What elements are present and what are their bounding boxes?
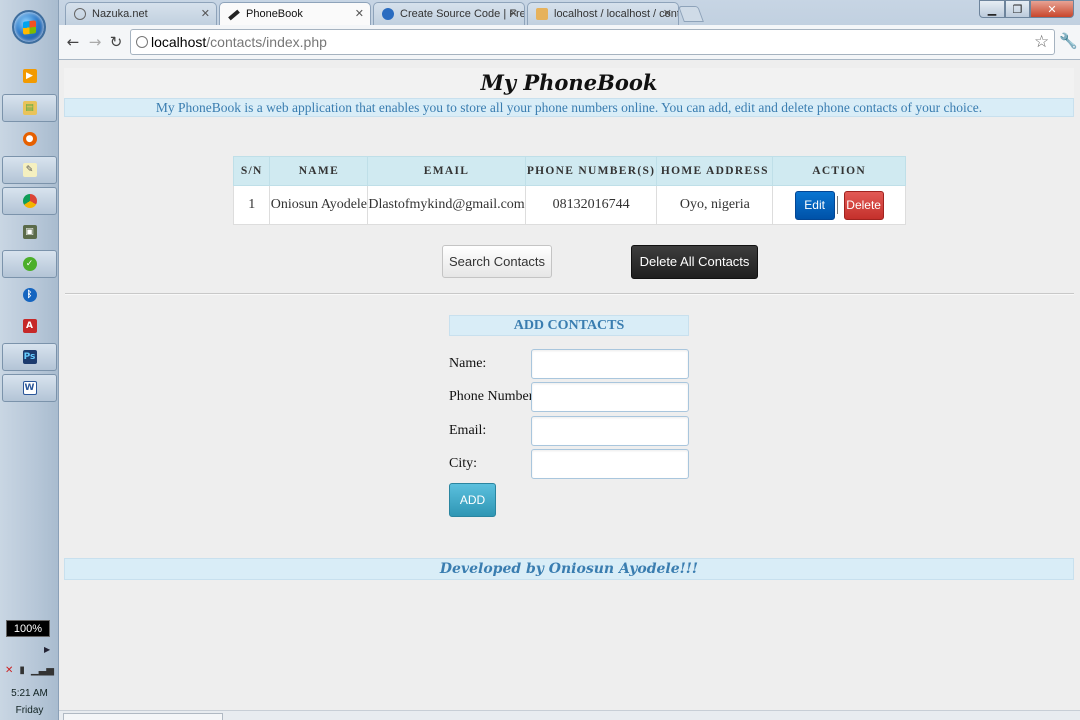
phone-number-label: Phone Number:: [449, 389, 538, 404]
browser-toolbar: ← → ↻ localhost/contacts/index.php ☆ 🔧: [59, 25, 1080, 60]
column-header-name: NAME: [269, 156, 369, 186]
table-row: 1 Oniosun Ayodele Dlastofmykind@gmail.co…: [232, 185, 906, 225]
pen-icon: [228, 9, 240, 21]
word-icon[interactable]: W: [2, 374, 57, 402]
window-controls: ▁ ❐ ✕: [979, 0, 1074, 18]
battery-indicator[interactable]: 100%: [6, 620, 50, 637]
tab-phonebook[interactable]: PhoneBook ✕: [219, 2, 371, 25]
tab-label: Nazuka.net: [92, 8, 148, 20]
chrome-icon[interactable]: [2, 187, 57, 215]
tab-phpmyadmin[interactable]: localhost / localhost / conte ✕: [527, 2, 679, 25]
url-path: /contacts/index.php: [206, 34, 327, 50]
file-explorer-icon[interactable]: ▤: [2, 94, 57, 122]
tab-strip: Nazuka.net ✕ PhoneBook ✕ Create Source C…: [59, 0, 1080, 25]
email-label: Email:: [449, 423, 487, 438]
clock-day[interactable]: Friday: [0, 705, 59, 716]
browser-window: Nazuka.net ✕ PhoneBook ✕ Create Source C…: [59, 0, 1080, 60]
tab-label: PhoneBook: [246, 8, 303, 20]
reload-icon[interactable]: ↻: [106, 32, 126, 52]
web-page: My PhoneBook My PhoneBook is a web appli…: [59, 60, 1080, 710]
cell-address: Oyo, nigeria: [656, 185, 774, 225]
table-header-row: S/N NAME EMAIL PHONE NUMBER(S) HOME ADDR…: [232, 156, 906, 186]
section-divider: [65, 293, 1074, 295]
column-header-address: HOME ADDRESS: [656, 156, 774, 186]
delete-all-contacts-button[interactable]: Delete All Contacts: [631, 245, 758, 279]
signal-icon[interactable]: ▁▃▅: [31, 665, 54, 676]
windows-logo-icon: [23, 20, 36, 35]
bookmark-star-icon[interactable]: ☆: [1034, 32, 1049, 52]
url-host: localhost: [151, 34, 207, 50]
download-shelf: [59, 710, 1080, 720]
clock-time[interactable]: 5:21 AM: [0, 688, 59, 699]
column-header-action: ACTION: [772, 156, 906, 186]
phone-number-field[interactable]: [531, 382, 689, 412]
cell-name: Oniosun Ayodele: [269, 185, 369, 225]
close-icon[interactable]: ✕: [355, 7, 364, 20]
email-field[interactable]: [531, 416, 689, 446]
address-bar[interactable]: localhost/contacts/index.php: [130, 29, 1055, 55]
close-window-button[interactable]: ✕: [1030, 0, 1074, 18]
title-bar: My PhoneBook: [64, 68, 1074, 98]
page-icon: [136, 36, 148, 48]
phpmyadmin-icon: [536, 8, 548, 20]
network-icon[interactable]: ✕: [5, 665, 13, 676]
add-contact-button[interactable]: ADD: [449, 483, 496, 517]
power-icon[interactable]: ▮: [19, 665, 25, 676]
forward-arrow-icon[interactable]: →: [85, 32, 105, 52]
close-icon[interactable]: ✕: [509, 7, 518, 20]
minimize-button[interactable]: ▁: [979, 0, 1005, 18]
media-player-icon[interactable]: ▶: [2, 62, 57, 90]
firefox-icon[interactable]: ●: [2, 125, 57, 153]
tab-label: Create Source Code | Free s: [400, 8, 524, 20]
column-header-phone: PHONE NUMBER(S): [524, 156, 658, 186]
contacts-table: S/N NAME EMAIL PHONE NUMBER(S) HOME ADDR…: [232, 156, 906, 225]
tab-create-source-code[interactable]: Create Source Code | Free s ✕: [373, 2, 525, 25]
cell-email: Dlastofmykind@gmail.com: [367, 185, 526, 225]
bluetooth-icon[interactable]: ᛒ: [2, 281, 57, 309]
edit-button[interactable]: Edit: [794, 190, 835, 220]
search-contacts-button[interactable]: Search Contacts: [442, 245, 552, 278]
close-icon[interactable]: ✕: [663, 7, 672, 20]
download-item[interactable]: [63, 713, 223, 720]
name-field[interactable]: [531, 349, 689, 379]
device-icon[interactable]: ▣: [2, 218, 57, 246]
globe-icon: [74, 8, 86, 20]
edge-icon: [382, 8, 394, 20]
back-arrow-icon[interactable]: ←: [63, 32, 83, 52]
delete-button[interactable]: Delete: [843, 190, 884, 220]
column-header-email: EMAIL: [367, 156, 526, 186]
new-tab-button[interactable]: [678, 6, 704, 22]
wrench-icon[interactable]: 🔧: [1059, 32, 1078, 50]
cell-phone: 08132016744: [524, 185, 658, 225]
close-icon[interactable]: ✕: [201, 7, 210, 20]
action-separator: [836, 196, 838, 214]
system-tray: ✕ ▮ ▁▃▅: [2, 665, 57, 676]
notepad-icon[interactable]: ✎: [2, 156, 57, 184]
page-title: My PhoneBook: [480, 70, 658, 95]
add-contacts-heading: ADD CONTACTS: [449, 315, 689, 336]
city-label: City:: [449, 456, 478, 471]
page-description: My PhoneBook is a web application that e…: [64, 98, 1074, 117]
start-button[interactable]: [12, 10, 46, 44]
photoshop-icon[interactable]: Ps: [2, 343, 57, 371]
cell-action: Edit Delete: [772, 185, 906, 225]
footer-credit: Developed by Oniosun Ayodele!!!: [64, 558, 1074, 580]
tab-label: localhost / localhost / conte: [554, 8, 679, 20]
column-header-sn: S/N: [232, 156, 271, 186]
cell-sn: 1: [232, 185, 271, 225]
tab-nazuka[interactable]: Nazuka.net ✕: [65, 2, 217, 25]
windows-taskbar: ▶ ▤ ● ✎ ▣ ✓ ᛒ A Ps W 100% ▶ ✕ ▮ ▁▃▅ 5:21…: [0, 0, 59, 720]
acrobat-icon[interactable]: A: [2, 312, 57, 340]
tray-expand-icon[interactable]: ▶: [44, 645, 50, 654]
city-field[interactable]: [531, 449, 689, 479]
green-app-icon[interactable]: ✓: [2, 250, 57, 278]
restore-button[interactable]: ❐: [1005, 0, 1030, 18]
name-label: Name:: [449, 356, 487, 371]
